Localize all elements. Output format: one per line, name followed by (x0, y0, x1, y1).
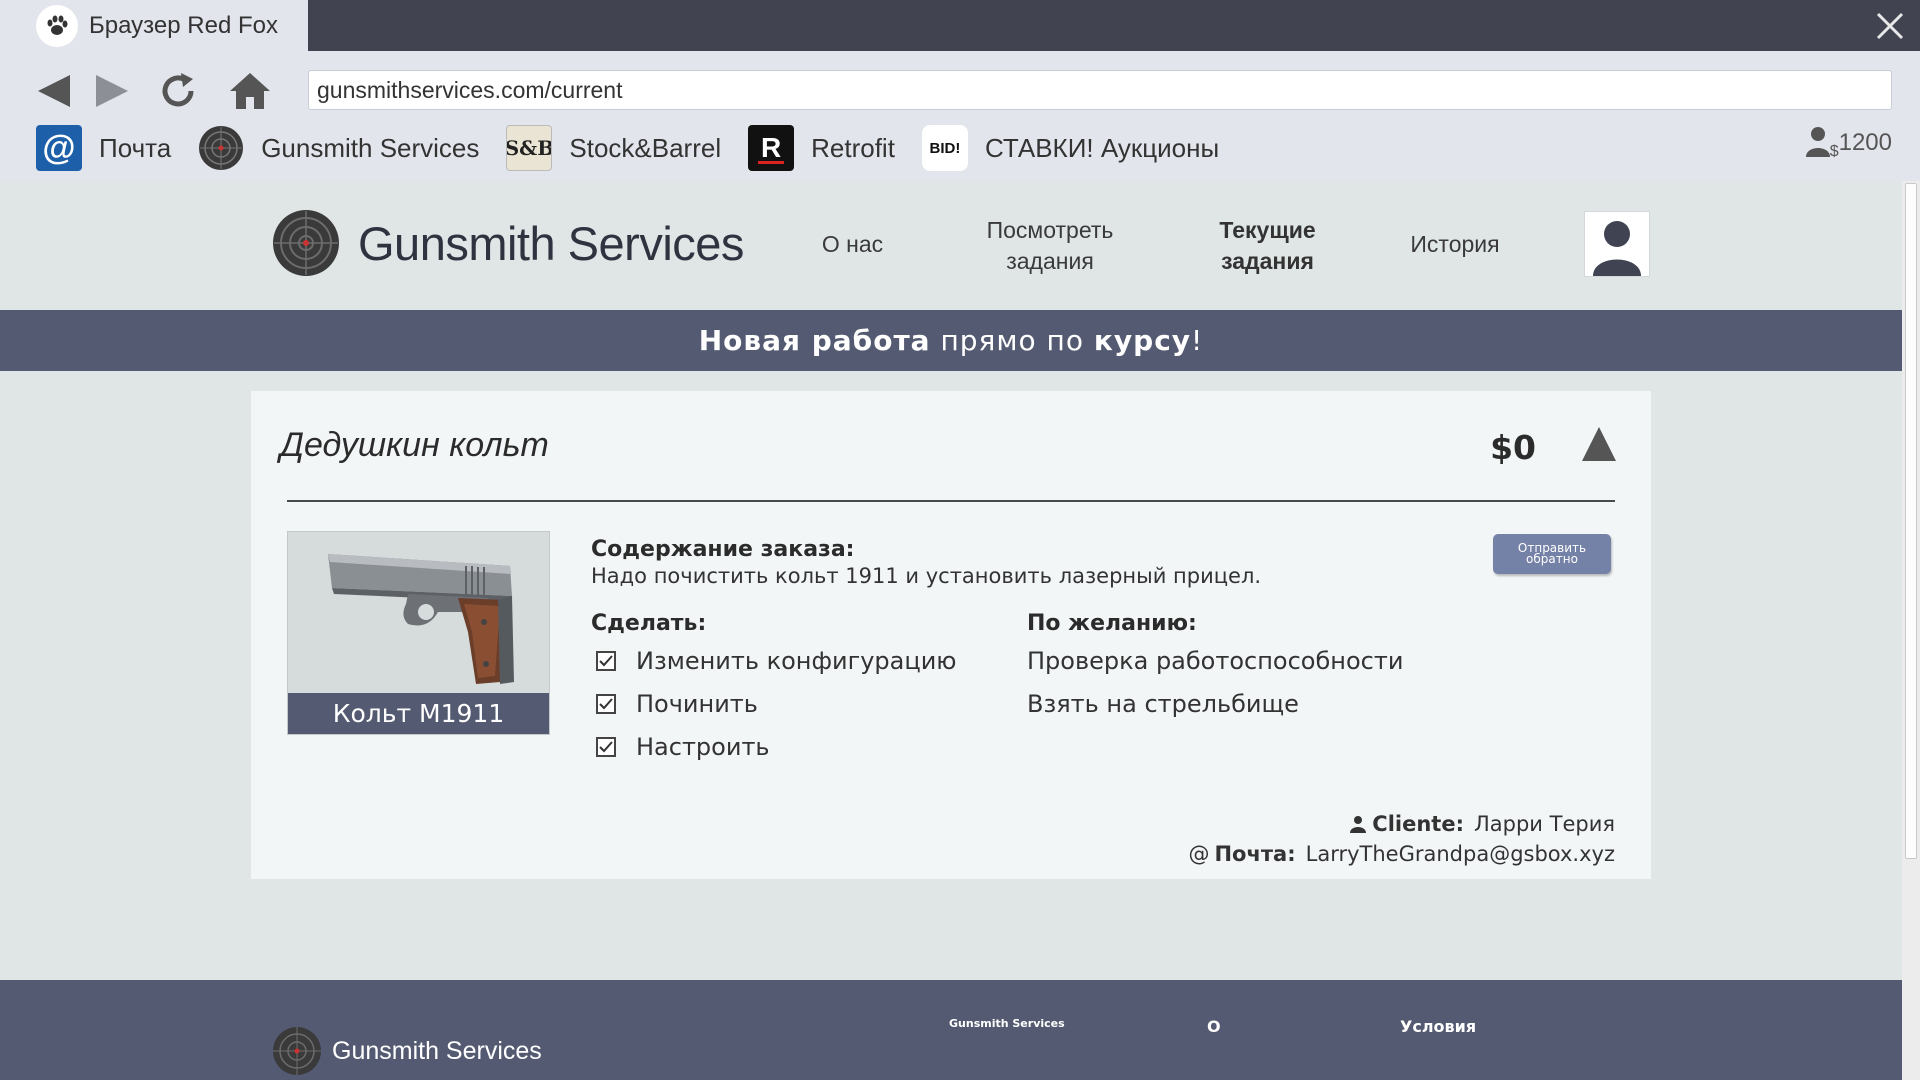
job-title: Дедушкин кольт (280, 426, 549, 464)
weapon-name: Кольт M1911 (288, 693, 549, 734)
checkbox-checked[interactable] (596, 651, 616, 671)
bookmark-label: Retrofit (811, 132, 895, 163)
todo-item[interactable]: Изменить конфигурацию (596, 647, 957, 675)
footer-link-about[interactable]: О (1207, 1017, 1221, 1036)
site-logo[interactable]: Gunsmith Services (272, 209, 744, 277)
gunsmith-target-icon (198, 125, 244, 171)
pistol-image (328, 554, 514, 684)
optional-label: По желанию: (1027, 611, 1197, 636)
client-email[interactable]: LarryTheGrandpa@gsbox.xyz (1306, 842, 1615, 866)
nav-history[interactable]: История (1395, 229, 1515, 260)
order-contents-label: Содержание заказа: (591, 537, 855, 562)
balance-amount: 1200 (1838, 129, 1892, 156)
optional-item: Проверка работоспособности (1027, 647, 1404, 675)
weapon-thumbnail: Кольт M1911 (287, 531, 550, 735)
bookmark-label: Почта (99, 132, 172, 163)
page-scrollbar[interactable] (1902, 181, 1920, 1080)
bookmark-retrofit[interactable]: R Retrofit (748, 125, 895, 171)
site-header: Gunsmith Services О нас Посмотреть задан… (0, 181, 1902, 310)
svg-text:R: R (761, 132, 781, 163)
bid-icon: BID! (921, 125, 968, 171)
bookmark-label: Gunsmith Services (261, 132, 480, 163)
job-card: Дедушкин кольт $0 Кольт M1911 Содержание… (251, 391, 1651, 879)
nav-view-jobs[interactable]: Посмотреть задания (970, 215, 1130, 277)
client-row: Cliente: Ларри Терия (1350, 812, 1615, 836)
card-divider (287, 500, 1615, 502)
red-fox-paw-icon (36, 4, 78, 47)
profile-button[interactable] (1584, 211, 1650, 277)
site-footer: Gunsmith Services Gunsmith Services О Ус… (0, 980, 1902, 1080)
scrollbar-thumb[interactable] (1905, 183, 1917, 859)
browser-tab[interactable]: Браузер Red Fox (0, 0, 308, 51)
footer-brand-title: Gunsmith Services (332, 1036, 542, 1065)
nav-about[interactable]: О нас (800, 229, 905, 260)
checkbox-checked[interactable] (596, 694, 616, 714)
optional-item: Взять на стрельбище (1027, 690, 1299, 718)
nav-current-jobs[interactable]: Текущие задания (1190, 215, 1345, 277)
browser-toolbar: gunsmithservices.com/current @ Почта Gun… (0, 51, 1920, 181)
todo-label: Сделать: (591, 611, 707, 636)
send-back-button[interactable]: Отправить обратно (1493, 534, 1611, 574)
forward-arrow-icon[interactable] (88, 69, 136, 113)
bookmarks-bar: @ Почта Gunsmith Services S&B Stock&Barr… (36, 124, 1246, 172)
browser-title-bar: Браузер Red Fox (0, 0, 1920, 51)
todo-item[interactable]: Настроить (596, 733, 770, 761)
promo-banner: Новая работа прямо по курсу! (0, 310, 1902, 371)
bookmark-mail[interactable]: @ Почта (36, 125, 171, 171)
bookmark-bid-auctions[interactable]: BID! СТАВКИ! Аукционы (921, 125, 1220, 171)
web-page: Gunsmith Services О нас Посмотреть задан… (0, 181, 1902, 1080)
email-row: @ Почта: LarryTheGrandpa@gsbox.xyz (1188, 842, 1615, 866)
footer-link-company[interactable]: Gunsmith Services (949, 1017, 1065, 1030)
address-bar[interactable]: gunsmithservices.com/current (308, 70, 1892, 110)
home-icon[interactable] (226, 69, 274, 113)
client-name: Ларри Терия (1473, 812, 1615, 836)
reload-icon[interactable] (154, 69, 202, 113)
user-avatar-icon (1593, 221, 1641, 276)
collapse-triangle-icon[interactable] (1579, 424, 1619, 464)
checkbox-checked[interactable] (596, 737, 616, 757)
back-arrow-icon[interactable] (30, 69, 78, 113)
job-price: $0 (1490, 428, 1536, 467)
close-window-icon[interactable] (1872, 8, 1908, 44)
wallet-balance: $ 1200 (1805, 125, 1892, 161)
at-icon: @ (1188, 842, 1210, 866)
retrofit-r-icon: R (748, 125, 795, 171)
todo-item[interactable]: Починить (596, 690, 758, 718)
stock-barrel-icon: S&B (506, 125, 553, 171)
mail-at-icon: @ (36, 125, 82, 171)
order-description: Надо почистить кольт 1911 и установить л… (591, 564, 1262, 588)
bookmark-gunsmith[interactable]: Gunsmith Services (198, 125, 479, 171)
site-brand-title: Gunsmith Services (358, 216, 744, 270)
footer-logo[interactable]: Gunsmith Services (272, 1026, 542, 1076)
tab-title: Браузер Red Fox (89, 11, 278, 39)
bookmark-stock-barrel[interactable]: S&B Stock&Barrel (506, 125, 721, 171)
bookmark-label: Stock&Barrel (569, 132, 722, 163)
target-logo-icon (273, 1027, 321, 1075)
footer-link-terms[interactable]: Условия (1400, 1017, 1476, 1036)
person-icon (1350, 816, 1367, 833)
bookmark-label: СТАВКИ! Аукционы (984, 132, 1220, 163)
target-logo-icon (273, 210, 339, 276)
